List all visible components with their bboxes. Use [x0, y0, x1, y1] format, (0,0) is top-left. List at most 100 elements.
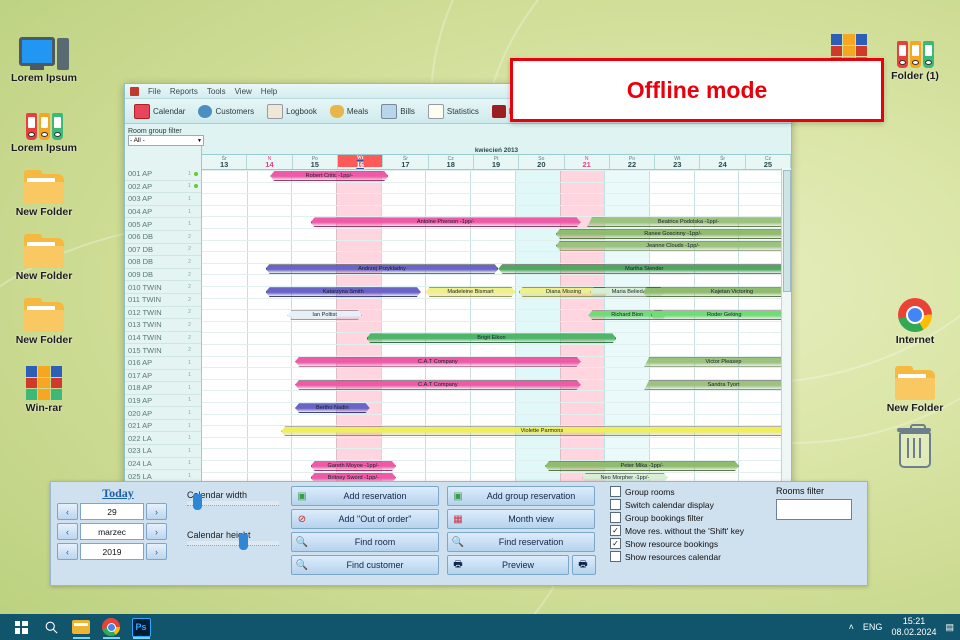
month-prev-button[interactable]: ‹ [57, 523, 78, 540]
month-next-button[interactable]: › [146, 523, 167, 540]
room-row[interactable]: 013 TWIN 2 [125, 319, 201, 332]
date-navigator[interactable]: Today ‹ 29 › ‹ marzec › ‹ 2019 › [57, 486, 179, 581]
room-row[interactable]: 005 AP 1 [125, 218, 201, 231]
notifications-icon[interactable]: ▤ [945, 622, 954, 633]
reservation-bar[interactable]: Beatrice Podolska -1pp/- [587, 217, 790, 227]
day-next-button[interactable]: › [146, 503, 167, 520]
reservation-bar[interactable]: Ranee Goscinny -1pp/- [556, 229, 790, 239]
rooms-filter[interactable]: Rooms filter [776, 486, 852, 581]
day-value[interactable]: 29 [80, 503, 144, 520]
add-group-reservation-button[interactable]: ▣ Add group reservation [447, 486, 595, 506]
desktop-icon-computer[interactable]: Lorem Ipsum [7, 22, 81, 84]
day-header-cell[interactable]: Wt 23 [655, 155, 701, 169]
room-row[interactable]: 016 AP 1 [125, 357, 201, 370]
reservation-bar[interactable]: Antoine Pherson -1pp/- [311, 217, 581, 227]
reservation-bar[interactable]: Roder Geking [651, 310, 791, 320]
room-row[interactable]: 008 DB 2 [125, 256, 201, 269]
year-spinner[interactable]: ‹ 2019 › [57, 543, 179, 560]
room-group-filter[interactable]: Room group filter - All - ▼ [125, 128, 204, 146]
find-reservation-button[interactable]: 🔍 Find reservation [447, 532, 595, 552]
taskbar-search[interactable] [36, 614, 66, 640]
reservation-bar[interactable]: Brigit Eikon [367, 333, 617, 343]
slider-knob[interactable] [193, 494, 202, 510]
day-header-cell[interactable]: Śr 13 [202, 155, 248, 169]
desktop-icon-internet[interactable]: Internet [878, 284, 952, 346]
room-row[interactable]: 022 LA 1 [125, 432, 201, 446]
reservation-bar[interactable]: Violette Parmons [281, 426, 791, 436]
calendar-grid[interactable]: 001 AP 1 002 AP 1 003 AP 1 004 AP 1 005 AP 1 006 D… [125, 146, 791, 484]
day-header-cell[interactable]: N 21 [565, 155, 610, 169]
room-row[interactable]: 006 DB 2 [125, 231, 201, 244]
checkbox-switch-calendar-display[interactable]: Switch calendar display [610, 499, 744, 510]
reservation-bar[interactable]: C.A.T Company [295, 380, 581, 390]
room-row[interactable]: 019 AP 1 [125, 395, 201, 408]
desktop-icon-winrar[interactable]: Win-rar [7, 352, 81, 414]
preview-button[interactable]: 🖶 Preview [447, 555, 569, 575]
today-link[interactable]: Today [57, 486, 179, 501]
reservation-bar[interactable]: C.A.T Company [295, 357, 581, 367]
day-header-cell[interactable]: Pt 19 [474, 155, 520, 169]
day-header-cell[interactable]: Cz 25 [746, 155, 791, 169]
day-header-cell[interactable]: N 14 [247, 155, 293, 169]
reservation-bar[interactable]: Madeleine Bismart [425, 287, 515, 297]
reservation-bar[interactable]: Kajetan Victoring [643, 287, 791, 297]
room-row[interactable]: 007 DB 2 [125, 244, 201, 257]
checkbox-box[interactable]: ✓ [610, 525, 621, 536]
menu-item-reports[interactable]: Reports [170, 87, 198, 96]
day-header-cell[interactable]: Po 15 [293, 155, 338, 169]
menu-item-help[interactable]: Help [261, 87, 277, 96]
room-row[interactable]: 002 AP 1 [125, 181, 201, 194]
taskbar-photoshop[interactable]: Ps [126, 614, 156, 640]
room-row[interactable]: 010 TWIN 2 [125, 281, 201, 294]
day-header-cell[interactable]: So 20 [519, 155, 565, 169]
reservation-bar[interactable]: Victor Pleasep [644, 357, 791, 367]
add-out-of-order-button[interactable]: ⊘ Add "Out of order" [291, 509, 439, 529]
reservation-bar[interactable]: Ian Poltist [287, 310, 361, 320]
checkbox-box[interactable] [610, 512, 621, 523]
chevron-up-icon[interactable]: ˄ [849, 622, 854, 632]
menu-item-file[interactable]: File [148, 87, 161, 96]
checkbox-show-resource-bookings[interactable]: ✓ Show resource bookings [610, 538, 744, 549]
room-row[interactable]: 024 LA 1 [125, 458, 201, 471]
room-row[interactable]: 021 AP 1 [125, 420, 201, 433]
year-prev-button[interactable]: ‹ [57, 543, 78, 560]
desktop-icon-folder-2[interactable]: New Folder [7, 220, 81, 282]
desktop-icon-folder-right[interactable]: Folder (1) [878, 20, 952, 82]
room-row[interactable]: 012 TWIN 2 [125, 307, 201, 320]
day-header-cell[interactable]: Wt 16 [337, 155, 384, 168]
month-value[interactable]: marzec [80, 523, 144, 540]
slider-track[interactable] [187, 534, 279, 550]
find-customer-button[interactable]: 🔍 Find customer [291, 555, 439, 575]
checkbox-group-bookings-filter[interactable]: Group bookings filter [610, 512, 744, 523]
taskbar[interactable]: Ps ˄ ENG 15:21 08.02.2024 ▤ [0, 614, 960, 640]
calendar-control-panel[interactable]: Today ‹ 29 › ‹ marzec › ‹ 2019 › Calenda… [50, 481, 868, 586]
year-value[interactable]: 2019 [80, 543, 144, 560]
room-row[interactable]: 015 TWIN 2 [125, 344, 201, 357]
toolbar-button-customers[interactable]: Customers [193, 103, 259, 120]
room-row[interactable]: 001 AP 1 [125, 168, 201, 181]
year-next-button[interactable]: › [146, 543, 167, 560]
scrollbar-thumb[interactable] [783, 170, 791, 292]
calendar-height-slider[interactable]: Calendar height [187, 530, 283, 550]
checkbox-box[interactable] [610, 551, 621, 562]
checkbox-box[interactable] [610, 499, 621, 510]
print-button[interactable]: 🖶 [572, 555, 596, 575]
reservation-canvas[interactable]: Robert Critic -1pp/- Antoine Pherson -1pp… [202, 170, 791, 484]
action-buttons-right[interactable]: ▣ Add group reservation ▦ Month view 🔍 F… [447, 486, 596, 581]
reservation-bar[interactable]: Sandra Tyort [644, 380, 791, 390]
room-row[interactable]: 003 AP 1 [125, 193, 201, 206]
toolbar-button-statistics[interactable]: Statistics [423, 102, 484, 121]
display-options[interactable]: Group rooms Switch calendar display Grou… [610, 486, 744, 581]
toolbar-button-logbook[interactable]: Logbook [262, 102, 322, 121]
slider-knob[interactable] [239, 534, 248, 550]
system-tray[interactable]: ˄ ENG 15:21 08.02.2024 ▤ [849, 616, 954, 638]
reservation-bar[interactable]: Robert Critic -1pp/- [270, 171, 388, 181]
month-view-button[interactable]: ▦ Month view [447, 509, 595, 529]
checkbox-box[interactable] [610, 486, 621, 497]
toolbar-button-calendar[interactable]: Calendar [129, 102, 190, 121]
action-buttons-left[interactable]: ▣ Add reservation ⊘ Add "Out of order" 🔍… [291, 486, 439, 581]
room-row[interactable]: 014 TWIN 2 [125, 332, 201, 345]
checkbox-show-resources-calendar[interactable]: Show resources calendar [610, 551, 744, 562]
day-header-cell[interactable]: Po 22 [610, 155, 656, 169]
desktop-icon-binders[interactable]: Lorem Ipsum [7, 92, 81, 154]
